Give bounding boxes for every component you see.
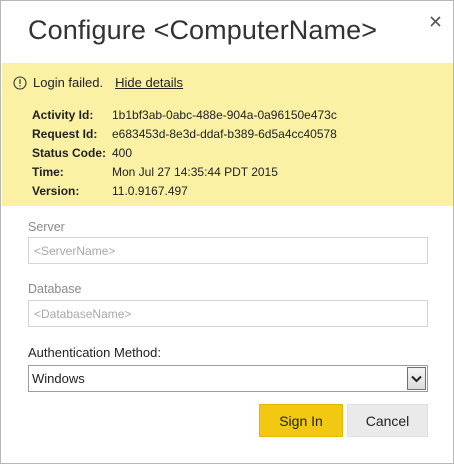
chevron-down-icon <box>411 375 422 382</box>
detail-row-activity-id: Activity Id: 1b1bf3ab-0abc-488e-904a-0a9… <box>32 105 337 124</box>
cancel-button[interactable]: Cancel <box>347 404 428 437</box>
detail-label: Time: <box>32 164 64 179</box>
detail-row-status-code: Status Code: 400 <box>32 143 337 162</box>
detail-label: Version: <box>32 183 80 198</box>
auth-method-value: Windows <box>32 371 85 386</box>
detail-label: Request Id: <box>32 126 98 141</box>
detail-value: 400 <box>112 145 133 160</box>
detail-value: 1b1bf3ab-0abc-488e-904a-0a96150e473c <box>112 107 337 122</box>
auth-method-select[interactable]: Windows <box>28 365 428 392</box>
dialog-title: Configure <ComputerName> <box>28 15 378 45</box>
configure-dialog: Configure <ComputerName> Login failed. H… <box>0 0 454 464</box>
server-label: Server <box>28 220 65 234</box>
detail-value: 11.0.9167.497 <box>112 183 188 198</box>
error-details: Activity Id: 1b1bf3ab-0abc-488e-904a-0a9… <box>32 105 337 200</box>
detail-row-time: Time: Mon Jul 27 14:35:44 PDT 2015 <box>32 162 337 181</box>
hide-details-link[interactable]: Hide details <box>115 75 183 90</box>
close-button[interactable] <box>425 11 445 31</box>
server-input[interactable] <box>28 237 428 264</box>
sign-in-button[interactable]: Sign In <box>259 404 343 437</box>
database-input[interactable] <box>28 300 428 327</box>
detail-row-version: Version: 11.0.9167.497 <box>32 181 337 200</box>
warning-circle-icon <box>13 75 27 90</box>
error-banner: Login failed. Hide details Activity Id: … <box>2 63 453 206</box>
database-label: Database <box>28 282 82 296</box>
dropdown-arrow[interactable] <box>407 367 426 390</box>
auth-method-label: Authentication Method: <box>28 345 161 360</box>
detail-value: e683453d-8e3d-ddaf-b389-6d5a4cc40578 <box>112 126 337 141</box>
close-icon <box>429 15 441 27</box>
error-message: Login failed. <box>33 75 104 90</box>
detail-row-request-id: Request Id: e683453d-8e3d-ddaf-b389-6d5a… <box>32 124 337 143</box>
detail-label: Status Code: <box>32 145 107 160</box>
detail-value: Mon Jul 27 14:35:44 PDT 2015 <box>112 164 278 179</box>
detail-label: Activity Id: <box>32 107 94 122</box>
